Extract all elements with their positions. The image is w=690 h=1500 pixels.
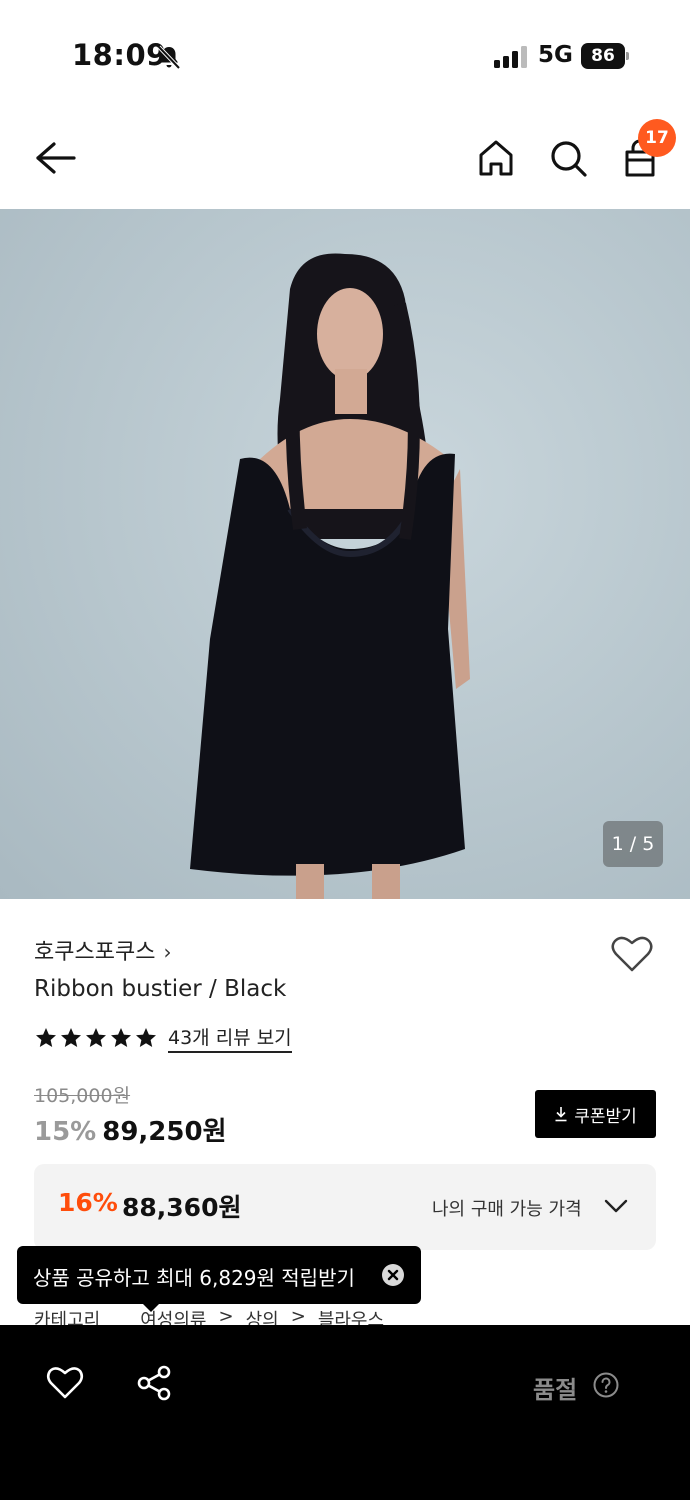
star-icon — [61, 1028, 81, 1047]
member-discount-rate: 16% — [58, 1188, 118, 1217]
sold-out-label: 품절 — [533, 1376, 578, 1404]
product-image[interactable]: 1 / 5 — [0, 209, 690, 899]
gallery-page-indicator: 1 / 5 — [603, 821, 663, 867]
rating-row: 43개 리뷰 보기 — [34, 1023, 292, 1053]
product-name: Ribbon bustier / Black — [34, 976, 287, 1002]
battery-indicator: 86 — [581, 43, 629, 69]
battery-level: 86 — [581, 43, 625, 69]
bell-muted-icon — [157, 45, 181, 70]
close-icon[interactable] — [382, 1264, 404, 1286]
top-navigation — [0, 110, 690, 208]
review-link[interactable]: 43개 리뷰 보기 — [168, 1023, 292, 1053]
status-time: 18:09 — [72, 38, 167, 72]
cart-count-badge: 17 — [638, 119, 676, 157]
star-icon — [136, 1028, 156, 1047]
bottom-action-bar: 품절 — [0, 1325, 690, 1500]
member-price-dropdown[interactable]: 16% 88,360원 나의 구매 가능 가격 — [34, 1164, 656, 1250]
battery-tip — [626, 52, 629, 60]
tooltip-text: 상품 공유하고 최대 6,829원 적립받기 — [33, 1266, 355, 1290]
status-bar: 18:09 5G 86 — [0, 0, 690, 110]
heart-icon[interactable] — [610, 934, 654, 974]
chevron-right-icon: › — [163, 940, 172, 964]
original-price: 105,000원 — [34, 1085, 131, 1107]
network-label: 5G — [538, 42, 573, 68]
signal-icon — [494, 46, 527, 68]
star-icon — [86, 1028, 106, 1047]
star-rating — [34, 1026, 158, 1050]
search-icon[interactable] — [547, 136, 589, 180]
chevron-down-icon — [604, 1199, 628, 1213]
brand-link[interactable]: 호쿠스포쿠스 › — [34, 934, 171, 966]
share-icon[interactable] — [136, 1365, 172, 1401]
back-button[interactable] — [30, 136, 78, 180]
coupon-button-label: 쿠폰받기 — [574, 1106, 637, 1127]
member-price: 88,360원 — [122, 1193, 242, 1222]
member-price-label: 나의 구매 가능 가격 — [432, 1199, 582, 1220]
price-row: 15% 89,250원 — [34, 1111, 227, 1147]
download-icon — [555, 1107, 567, 1122]
heart-icon[interactable] — [46, 1365, 84, 1401]
discount-rate: 15% — [34, 1117, 97, 1147]
coupon-button[interactable]: 쿠폰받기 — [535, 1090, 656, 1138]
home-icon[interactable] — [476, 136, 516, 180]
question-circle-icon[interactable] — [593, 1372, 619, 1398]
model-photo — [190, 253, 470, 899]
sale-price: 89,250원 — [102, 1117, 227, 1147]
brand-name: 호쿠스포쿠스 — [34, 940, 156, 965]
star-icon — [111, 1028, 131, 1047]
star-icon — [36, 1028, 56, 1047]
tooltip-arrow — [141, 1302, 161, 1312]
share-reward-tooltip: 상품 공유하고 최대 6,829원 적립받기 — [17, 1246, 421, 1304]
